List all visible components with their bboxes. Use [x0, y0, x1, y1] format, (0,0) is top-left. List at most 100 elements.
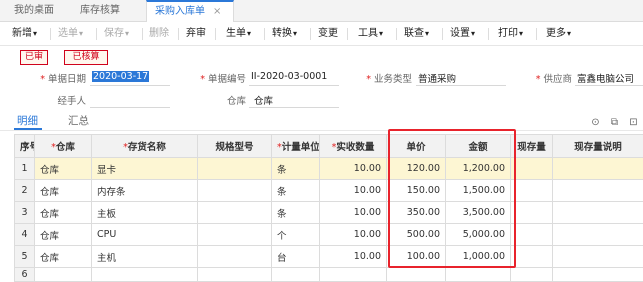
cell-qty[interactable] — [319, 267, 387, 282]
cell-spec[interactable] — [197, 201, 272, 224]
document-number-label: * 单据编号 — [186, 71, 246, 85]
tools-button[interactable]: 工具▾ — [358, 22, 383, 46]
business-type-label: * 业务类型 — [352, 71, 412, 85]
col-header-warehouse: *仓库 — [34, 134, 92, 158]
cell-item[interactable]: 主机 — [91, 245, 198, 268]
cell-warehouse[interactable] — [34, 267, 92, 282]
toolbar-divider — [264, 28, 265, 40]
cell-qty[interactable]: 10.00 — [319, 179, 387, 202]
cell-warehouse[interactable]: 仓库 — [34, 201, 92, 224]
tab-summary[interactable]: 汇总 — [68, 113, 89, 128]
add-button[interactable]: 新增▾ — [12, 22, 37, 46]
convert-button[interactable]: 转换▾ — [272, 22, 297, 46]
cell-amount[interactable]: 3,500.00 — [445, 201, 511, 224]
more-button[interactable]: 更多▾ — [546, 22, 571, 46]
cell-qty[interactable]: 10.00 — [319, 223, 387, 246]
cell-qty[interactable]: 10.00 — [319, 245, 387, 268]
cell-qty[interactable]: 10.00 — [319, 157, 387, 180]
tab-detail[interactable]: 明细 — [17, 113, 38, 128]
cell-unit[interactable]: 条 — [271, 157, 320, 180]
table-row[interactable]: 3 仓库 主板 条 10.00 350.00 3,500.00 — [14, 201, 643, 224]
cell-price[interactable]: 100.00 — [386, 245, 446, 268]
cell-stock — [510, 201, 553, 224]
chevron-down-icon: ▾ — [567, 29, 572, 38]
business-type-field[interactable]: 普通采购 — [418, 71, 456, 85]
save-label: 保存 — [104, 28, 124, 39]
cell-amount[interactable]: 1,200.00 — [445, 157, 511, 180]
cell-unit[interactable] — [271, 267, 320, 282]
location-icon[interactable]: ⊙ — [590, 117, 601, 128]
table-row[interactable]: 4 仓库 CPU 个 10.00 500.00 5,000.00 — [14, 223, 643, 246]
cell-warehouse[interactable]: 仓库 — [34, 245, 92, 268]
cell-unit[interactable]: 条 — [271, 179, 320, 202]
cell-price[interactable] — [386, 267, 446, 282]
cell-warehouse[interactable]: 仓库 — [34, 223, 92, 246]
col-header-seq: 序号 — [14, 134, 35, 158]
toolbar: 新增▾ 选单▾ 保存▾ 删除 弃审 生单▾ 转换▾ 变更 工具▾ 联查▾ 设置▾… — [0, 22, 643, 46]
document-number-field[interactable]: II-2020-03-0001 — [251, 71, 327, 82]
chevron-down-icon: ▾ — [379, 29, 384, 38]
select-order-button[interactable]: 选单▾ — [58, 22, 83, 46]
col-header-unit-text: 计量单位 — [281, 142, 320, 153]
cell-seq: 4 — [14, 223, 35, 246]
document-date-field[interactable]: 2020-03-17 — [92, 71, 150, 82]
supplier-field[interactable]: 富鑫电脑公司 — [577, 71, 634, 85]
tab-label: 采购入库单 — [155, 6, 205, 17]
save-button[interactable]: 保存▾ — [104, 22, 129, 46]
cell-spec[interactable] — [197, 179, 272, 202]
generate-order-button[interactable]: 生单▾ — [226, 22, 251, 46]
cell-price[interactable]: 120.00 — [386, 157, 446, 180]
cell-warehouse[interactable]: 仓库 — [34, 179, 92, 202]
cell-unit[interactable]: 条 — [271, 201, 320, 224]
cell-unit[interactable]: 台 — [271, 245, 320, 268]
cell-spec[interactable] — [197, 267, 272, 282]
linked-query-button[interactable]: 联查▾ — [404, 22, 429, 46]
cell-item[interactable] — [91, 267, 198, 282]
table-row[interactable]: 1 仓库 显卡 条 10.00 120.00 1,200.00 — [14, 157, 643, 180]
cell-item[interactable]: 显卡 — [91, 157, 198, 180]
cell-amount[interactable]: 1,500.00 — [445, 179, 511, 202]
supplier-label-text: 供应商 — [543, 74, 572, 85]
cell-qty[interactable]: 10.00 — [319, 201, 387, 224]
delete-button[interactable]: 删除 — [149, 22, 169, 46]
change-button[interactable]: 变更 — [318, 22, 338, 46]
cell-stock-note — [552, 267, 643, 282]
cell-spec[interactable] — [197, 157, 272, 180]
cell-stock — [510, 223, 553, 246]
cell-price[interactable]: 500.00 — [386, 223, 446, 246]
cell-amount[interactable]: 1,000.00 — [445, 245, 511, 268]
tab-my-desktop[interactable]: 我的桌面 — [14, 0, 54, 22]
camera-icon[interactable]: ⊡ — [628, 117, 639, 128]
cell-item[interactable]: 主板 — [91, 201, 198, 224]
col-header-item: *存货名称 — [91, 134, 198, 158]
cell-spec[interactable] — [197, 223, 272, 246]
cell-price[interactable]: 350.00 — [386, 201, 446, 224]
print-button[interactable]: 打印▾ — [498, 22, 523, 46]
cell-spec[interactable] — [197, 245, 272, 268]
cell-price[interactable]: 150.00 — [386, 179, 446, 202]
chevron-down-icon: ▾ — [425, 29, 430, 38]
cell-item[interactable]: 内存条 — [91, 179, 198, 202]
abandon-audit-button[interactable]: 弃审 — [186, 22, 206, 46]
warehouse-field[interactable]: 仓库 — [254, 93, 273, 107]
toolbar-divider — [488, 28, 489, 40]
cell-amount[interactable]: 5,000.00 — [445, 223, 511, 246]
table-row[interactable]: 6 — [14, 267, 643, 282]
cell-unit[interactable]: 个 — [271, 223, 320, 246]
close-icon[interactable]: × — [213, 6, 221, 17]
table-row[interactable]: 2 仓库 内存条 条 10.00 150.00 1,500.00 — [14, 179, 643, 202]
chevron-down-icon: ▾ — [471, 29, 476, 38]
cell-item[interactable]: CPU — [91, 223, 198, 246]
table-row[interactable]: 5 仓库 主机 台 10.00 100.00 1,000.00 — [14, 245, 643, 268]
tab-purchase-receipt[interactable]: 采购入库单 × — [146, 0, 234, 23]
cell-warehouse[interactable]: 仓库 — [34, 157, 92, 180]
tab-inventory-accounting[interactable]: 库存核算 — [80, 0, 120, 22]
tab-label: 我的桌面 — [14, 5, 54, 16]
copy-icon[interactable]: ⧉ — [609, 117, 620, 128]
settings-button[interactable]: 设置▾ — [450, 22, 475, 46]
cell-amount[interactable] — [445, 267, 511, 282]
accounted-badge: 已核算 — [64, 50, 108, 65]
required-icon: * — [40, 74, 45, 85]
toolbar-divider — [96, 28, 97, 40]
col-header-unit: *计量单位 — [271, 134, 320, 158]
